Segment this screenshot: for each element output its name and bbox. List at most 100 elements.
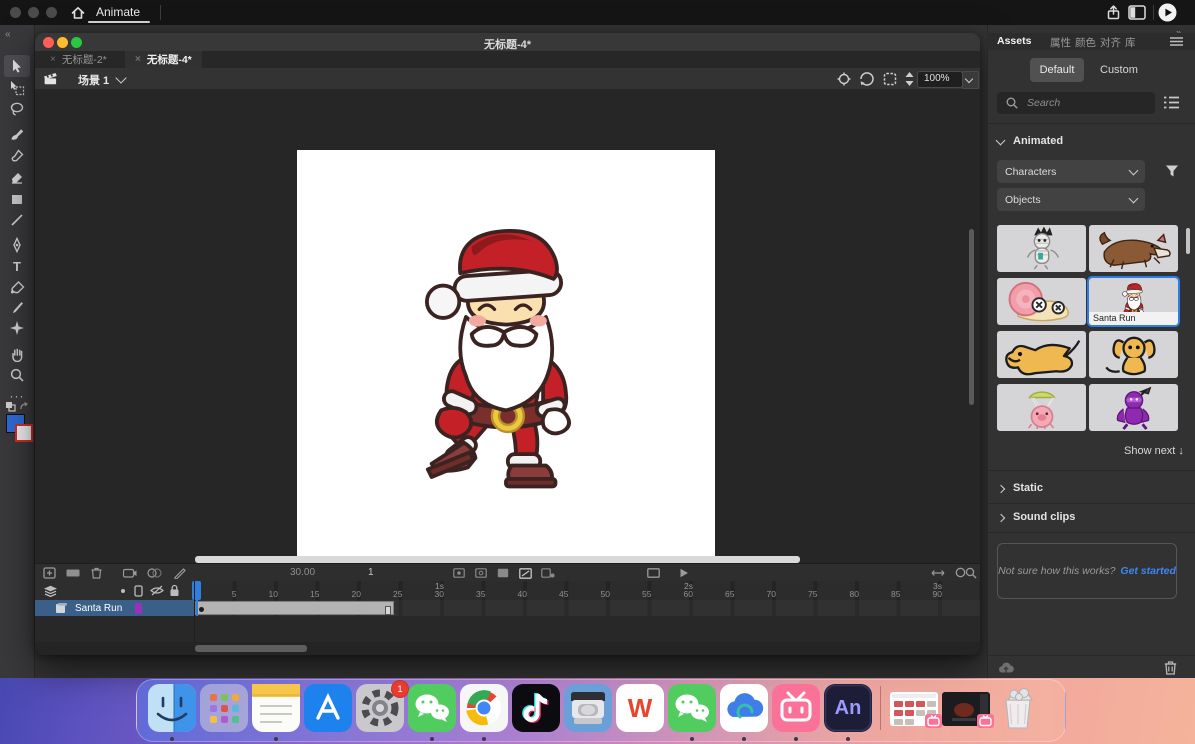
show-next-button[interactable]: Show next ↓ [1124, 445, 1184, 457]
eyedropper-tool[interactable] [4, 298, 30, 318]
zoom-level-value[interactable] [918, 72, 966, 85]
pen-tool[interactable] [4, 235, 30, 255]
dock-icon-trash[interactable] [994, 684, 1042, 732]
clip-content-icon[interactable] [883, 72, 897, 86]
document-titlebar[interactable]: 无标题-4* [35, 33, 980, 51]
layer-color-swatch[interactable] [135, 603, 142, 614]
camera-icon[interactable] [123, 568, 137, 578]
home-icon[interactable] [70, 5, 86, 21]
edit-multiple-frames-icon[interactable] [173, 567, 186, 579]
rectangle-tool[interactable] [4, 189, 30, 209]
asset-item-mummy-character[interactable] [997, 225, 1086, 272]
app-tab-animate[interactable]: Animate [96, 5, 140, 19]
doc-tab-untitled2[interactable]: × 无标题-2* [40, 51, 117, 68]
dock-icon-douyin[interactable] [512, 684, 560, 732]
timeline-zoom-icon[interactable] [965, 567, 977, 579]
search-input[interactable] [1025, 96, 1139, 110]
asset-item-snail-character[interactable] [997, 278, 1086, 325]
window-close-icon[interactable] [10, 7, 21, 18]
line-tool[interactable] [4, 210, 30, 230]
delete-frame-icon[interactable] [91, 567, 102, 579]
onion-skin-icon[interactable] [147, 568, 162, 578]
layer-row-santa-run[interactable]: Santa Run [35, 600, 195, 616]
dock-icon-launchpad[interactable] [200, 684, 248, 732]
stage-horizontal-scrollbar[interactable] [195, 556, 800, 563]
dock-icon-system-settings[interactable]: 1 [356, 684, 404, 732]
dock-window-bilibili-page-window[interactable] [890, 692, 938, 726]
layers-icon[interactable] [43, 585, 58, 598]
delete-asset-icon[interactable] [1164, 660, 1177, 675]
santa-character[interactable] [405, 214, 605, 500]
scene-chevron-icon[interactable] [115, 72, 126, 83]
clapperboard-icon[interactable] [43, 72, 58, 85]
timeline-scroll-thumb[interactable] [195, 645, 307, 652]
dock-icon-finder[interactable] [148, 684, 196, 732]
dock-icon-wps-office[interactable]: W [616, 684, 664, 732]
highlight-column-icon[interactable] [121, 589, 125, 593]
tab-align[interactable]: 对齐 [1100, 35, 1121, 50]
animated-section-header[interactable]: Animated [1013, 135, 1063, 147]
dock-icon-wechat[interactable] [408, 684, 456, 732]
frame-rate-value[interactable]: 30.00 [290, 567, 315, 578]
loop-range-icon[interactable] [647, 568, 660, 578]
dock-icon-animate-app[interactable]: An [824, 684, 872, 732]
asset-warp-tool[interactable] [4, 318, 30, 338]
layer-name[interactable]: Santa Run [75, 603, 122, 614]
asset-item-pig-character[interactable] [997, 384, 1086, 431]
asset-item-ninja-character[interactable] [1089, 384, 1178, 431]
current-frame-value[interactable]: 1 [368, 567, 374, 578]
asset-item-wolf-character[interactable] [1089, 225, 1178, 272]
subselection-transform-tool[interactable] [4, 78, 30, 98]
hand-tool[interactable] [4, 344, 30, 364]
outline-column-icon[interactable] [134, 585, 143, 597]
list-view-icon[interactable] [1164, 96, 1179, 109]
window-layout-icon[interactable] [1128, 5, 1146, 20]
upload-cloud-icon[interactable] [998, 661, 1014, 674]
paint-bucket-tool[interactable] [4, 277, 30, 297]
frame-view-icon[interactable] [541, 568, 555, 578]
collapse-tools-icon[interactable]: « [5, 29, 11, 40]
swap-colors-icon[interactable] [4, 401, 30, 413]
fluid-brush-tool[interactable] [4, 124, 30, 144]
center-stage-icon[interactable] [837, 72, 851, 86]
text-tool[interactable]: T [4, 256, 30, 276]
insert-frame-icon[interactable] [43, 567, 56, 579]
characters-dropdown[interactable]: Characters [997, 160, 1145, 183]
insert-keyframe-icon[interactable] [453, 568, 465, 578]
share-icon[interactable] [1105, 4, 1122, 21]
dock-icon-cloud-drive[interactable] [720, 684, 768, 732]
layer-frames-row[interactable] [195, 600, 980, 616]
frame-span-icon[interactable] [497, 568, 509, 578]
custom-mode-button[interactable]: Custom [1100, 64, 1138, 76]
doc-tab-untitled4[interactable]: × 无标题-4* [125, 51, 202, 68]
dock-window-video-player-window[interactable] [942, 692, 990, 726]
timeline-ruler[interactable]: 1s2s3s5101520253035404550556065707580859… [195, 581, 980, 601]
auto-keyframe-icon[interactable] [66, 569, 80, 577]
keyframe-dot[interactable] [199, 607, 204, 612]
assets-scrollbar[interactable] [1186, 228, 1190, 254]
tab-color[interactable]: 颜色 [1075, 35, 1096, 50]
get-started-link[interactable]: Get started [1120, 565, 1175, 577]
stage-canvas[interactable] [297, 150, 715, 568]
objects-dropdown[interactable]: Objects [997, 188, 1145, 211]
default-mode-button[interactable]: Default [1030, 58, 1084, 82]
asset-item-dog-sitting-character[interactable] [1089, 331, 1178, 378]
stage-pasteboard[interactable] [35, 89, 980, 559]
create-tween-icon[interactable] [519, 568, 532, 579]
zoom-tool[interactable] [4, 365, 30, 385]
fit-timeline-icon[interactable] [931, 568, 945, 578]
sound-section-header[interactable]: Sound clips [1013, 511, 1075, 523]
tab-properties[interactable]: 属性 [1050, 35, 1071, 50]
dock-icon-bilibili[interactable] [772, 684, 820, 732]
tab-library[interactable]: 库 [1125, 35, 1136, 50]
eraser-tool[interactable] [4, 167, 30, 187]
visibility-column-icon[interactable] [150, 585, 164, 596]
close-tab-icon[interactable]: × [135, 54, 141, 65]
lock-column-icon[interactable] [169, 584, 180, 597]
tab-assets[interactable]: Assets [997, 35, 1031, 47]
zoom-stepper-icon[interactable] [904, 71, 915, 87]
window-zoom-icon[interactable] [46, 7, 57, 18]
static-section-header[interactable]: Static [1013, 482, 1043, 494]
panel-menu-icon[interactable] [1170, 37, 1183, 46]
play-icon[interactable] [679, 568, 689, 578]
